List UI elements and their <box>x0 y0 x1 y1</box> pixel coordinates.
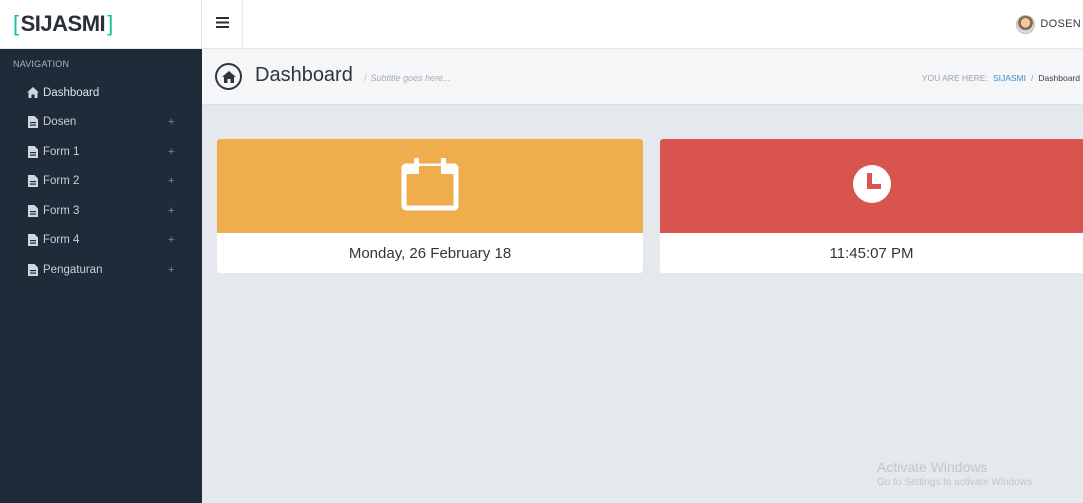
brand-logo[interactable]: [ SIJASMI ] <box>0 0 202 49</box>
sidebar-item-label: Dosen <box>43 116 77 129</box>
sidebar-item-label: Pengaturan <box>43 263 103 276</box>
expand-plus-icon[interactable]: + <box>168 116 174 128</box>
breadcrumb-current: Dashboard <box>1038 73 1080 83</box>
user-menu[interactable]: DOSEN <box>1016 0 1081 48</box>
sidebar-item-label: Dashboard <box>43 86 100 99</box>
sidebar-item-dashboard[interactable]: Dashboard <box>0 78 202 108</box>
document-icon <box>27 175 39 188</box>
time-widget-band <box>660 139 1083 233</box>
sidebar-item-dosen[interactable]: Dosen + <box>0 108 202 138</box>
sidebar-item-form-3[interactable]: Form 3 + <box>0 196 202 226</box>
sidebar-item-label: Form 1 <box>43 145 80 158</box>
date-widget-band <box>217 139 643 233</box>
page-subtitle: / Subtitle goes here... <box>364 73 451 83</box>
document-icon <box>27 234 39 247</box>
user-name: DOSEN <box>1040 18 1081 30</box>
hamburger-menu-button[interactable] <box>202 0 243 48</box>
avatar <box>1016 14 1036 34</box>
expand-plus-icon[interactable]: + <box>168 264 174 276</box>
page-title: Dashboard <box>255 64 353 86</box>
hamburger-icon <box>215 15 229 33</box>
brand-name: SIJASMI <box>20 11 106 36</box>
sidebar-item-label: Form 2 <box>43 175 80 188</box>
sidebar-item-form-2[interactable]: Form 2 + <box>0 167 202 197</box>
document-icon <box>27 263 39 276</box>
time-widget: 11:45:07 PM <box>660 139 1083 273</box>
home-icon <box>215 63 242 90</box>
brand-bracket-open: [ <box>13 11 19 36</box>
expand-plus-icon[interactable]: + <box>168 205 174 217</box>
watermark-title: Activate Windows <box>877 459 988 475</box>
expand-plus-icon[interactable]: + <box>168 146 174 158</box>
subtitle-text: Subtitle goes here... <box>370 73 451 83</box>
document-icon <box>27 145 39 158</box>
expand-plus-icon[interactable]: + <box>168 175 174 187</box>
brand-bracket-close: ] <box>107 11 113 36</box>
expand-plus-icon[interactable]: + <box>168 234 174 246</box>
current-date: Monday, 26 February 18 <box>348 244 512 262</box>
breadcrumb: YOU ARE HERE: SIJASMI / Dashboard <box>922 73 1080 83</box>
calendar-icon <box>401 157 459 216</box>
home-icon <box>27 87 39 99</box>
sidebar-item-form-4[interactable]: Form 4 + <box>0 226 202 256</box>
breadcrumb-prefix: YOU ARE HERE: <box>921 73 988 83</box>
clock-icon <box>852 164 892 209</box>
document-icon <box>27 204 39 217</box>
current-time: 11:45:07 PM <box>829 244 914 262</box>
breadcrumb-link-home[interactable]: SIJASMI <box>993 73 1026 83</box>
sidebar-item-label: Form 4 <box>43 234 80 247</box>
page-header: Dashboard / Subtitle goes here... YOU ARE… <box>202 49 1083 105</box>
subtitle-separator: / <box>364 73 367 83</box>
sidebar-item-label: Form 3 <box>43 204 80 217</box>
breadcrumb-separator: / <box>1031 73 1034 83</box>
date-widget: Monday, 26 February 18 <box>217 139 643 273</box>
sidebar-item-form-1[interactable]: Form 1 + <box>0 137 202 167</box>
sidebar-heading: NAVIGATION <box>13 59 70 69</box>
sidebar-item-pengaturan[interactable]: Pengaturan + <box>0 255 202 285</box>
windows-activation-watermark: Activate Windows Go to Settings to activ… <box>877 459 1035 488</box>
watermark-subtitle: Go to Settings to activate Windows. <box>877 477 1035 488</box>
sidebar: NAVIGATION Dashboard Dosen + Form 1 + Fo… <box>0 49 202 503</box>
top-navbar: DOSEN <box>202 0 1083 49</box>
document-icon <box>27 116 39 129</box>
